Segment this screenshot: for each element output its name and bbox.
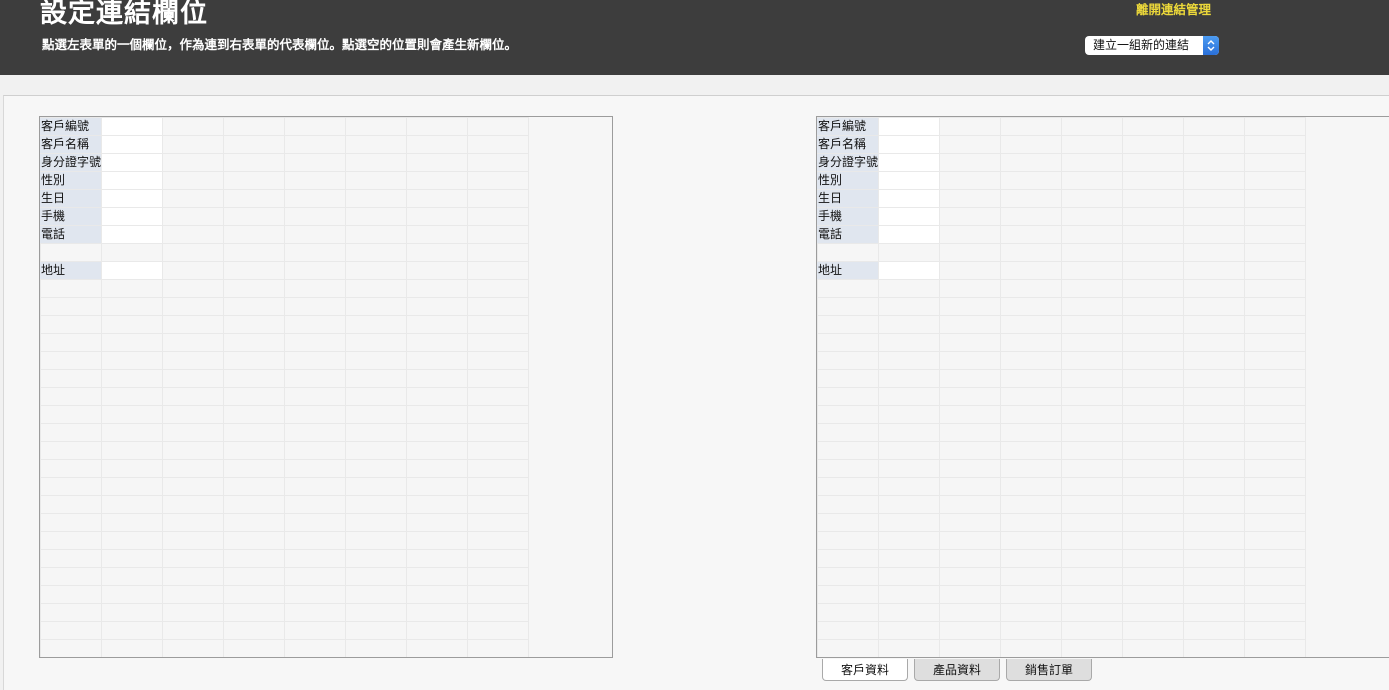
right-form-field-row[interactable]: 電話 [817, 226, 939, 243]
right-form-field-value[interactable] [879, 154, 939, 171]
left-form-field-value[interactable] [102, 208, 162, 225]
right-form-field-row[interactable]: 性別 [817, 172, 939, 189]
left-form-field-value[interactable] [102, 136, 162, 153]
right-form-field-value[interactable] [879, 208, 939, 225]
right-form-field-row[interactable]: 客戶名稱 [817, 136, 939, 153]
left-form-field-label[interactable]: 電話 [40, 226, 101, 243]
left-form-field-row[interactable]: 電話 [40, 226, 162, 243]
right-form-field-value[interactable] [879, 136, 939, 153]
left-form-field-label[interactable]: 手機 [40, 208, 101, 225]
link-set-select-value: 建立一組新的連結 [1093, 38, 1190, 52]
right-form-field-value[interactable] [879, 118, 939, 135]
left-form-grid[interactable]: 客戶編號 客戶名稱 身分證字號 性別 生日 手機 電話地址 [39, 116, 613, 658]
form-tab[interactable]: 產品資料 [914, 659, 1000, 681]
right-form-field-value[interactable] [879, 262, 939, 279]
form-tab[interactable]: 客戶資料 [822, 659, 908, 681]
right-form-field-row[interactable]: 地址 [817, 262, 939, 279]
left-form-field-value[interactable] [102, 262, 162, 279]
right-form-field-label[interactable]: 客戶編號 [817, 118, 878, 135]
right-form-field-label[interactable]: 客戶名稱 [817, 136, 878, 153]
left-form-field-row[interactable]: 身分證字號 [40, 154, 162, 171]
right-form-field-label[interactable]: 身分證字號 [817, 154, 878, 171]
leave-link-management-link[interactable]: 離開連結管理 [1136, 2, 1211, 18]
form-tab[interactable]: 銷售訂單 [1006, 659, 1092, 681]
left-form-field-value[interactable] [102, 154, 162, 171]
page-title: 設定連結欄位 [40, 0, 208, 29]
left-form-field-label[interactable]: 地址 [40, 262, 101, 279]
left-form-field-label[interactable]: 生日 [40, 190, 101, 207]
right-form-field-label[interactable]: 生日 [817, 190, 878, 207]
left-form-field-label[interactable]: 客戶名稱 [40, 136, 101, 153]
left-form-field-label[interactable]: 身分證字號 [40, 154, 101, 171]
left-form-field-row[interactable]: 手機 [40, 208, 162, 225]
right-form-field-row[interactable]: 生日 [817, 190, 939, 207]
left-form-field-row[interactable]: 地址 [40, 262, 162, 279]
left-form-field-row[interactable]: 客戶名稱 [40, 136, 162, 153]
right-form-field-label[interactable]: 地址 [817, 262, 878, 279]
right-form-field-row[interactable]: 手機 [817, 208, 939, 225]
right-form-field-label[interactable]: 電話 [817, 226, 878, 243]
left-form-field-row[interactable]: 客戶編號 [40, 118, 162, 135]
left-form-field-value[interactable] [102, 190, 162, 207]
left-form-field-value[interactable] [102, 226, 162, 243]
right-form-field-value[interactable] [879, 226, 939, 243]
select-arrows-icon [1203, 36, 1219, 55]
right-form-field-label[interactable]: 手機 [817, 208, 878, 225]
link-set-select[interactable]: 建立一組新的連結 [1085, 36, 1219, 55]
right-form-grid[interactable]: 客戶編號 客戶名稱 身分證字號 性別 生日 手機 電話地址 [816, 116, 1389, 658]
left-form-field-value[interactable] [102, 118, 162, 135]
header-bar: 設定連結欄位 點選左表單的一個欄位，作為連到右表單的代表欄位。點選空的位置則會產… [0, 0, 1389, 75]
page-instructions: 點選左表單的一個欄位，作為連到右表單的代表欄位。點選空的位置則會產生新欄位。 [42, 37, 518, 52]
left-form-field-row[interactable]: 生日 [40, 190, 162, 207]
right-form-field-label[interactable]: 性別 [817, 172, 878, 189]
left-form-field-label[interactable]: 客戶編號 [40, 118, 101, 135]
left-form-field-value[interactable] [102, 172, 162, 189]
left-form-field-row[interactable]: 性別 [40, 172, 162, 189]
right-form-field-value[interactable] [879, 172, 939, 189]
right-form-field-row[interactable]: 客戶編號 [817, 118, 939, 135]
right-form-field-value[interactable] [879, 190, 939, 207]
right-form-field-row[interactable]: 身分證字號 [817, 154, 939, 171]
left-form-field-label[interactable]: 性別 [40, 172, 101, 189]
